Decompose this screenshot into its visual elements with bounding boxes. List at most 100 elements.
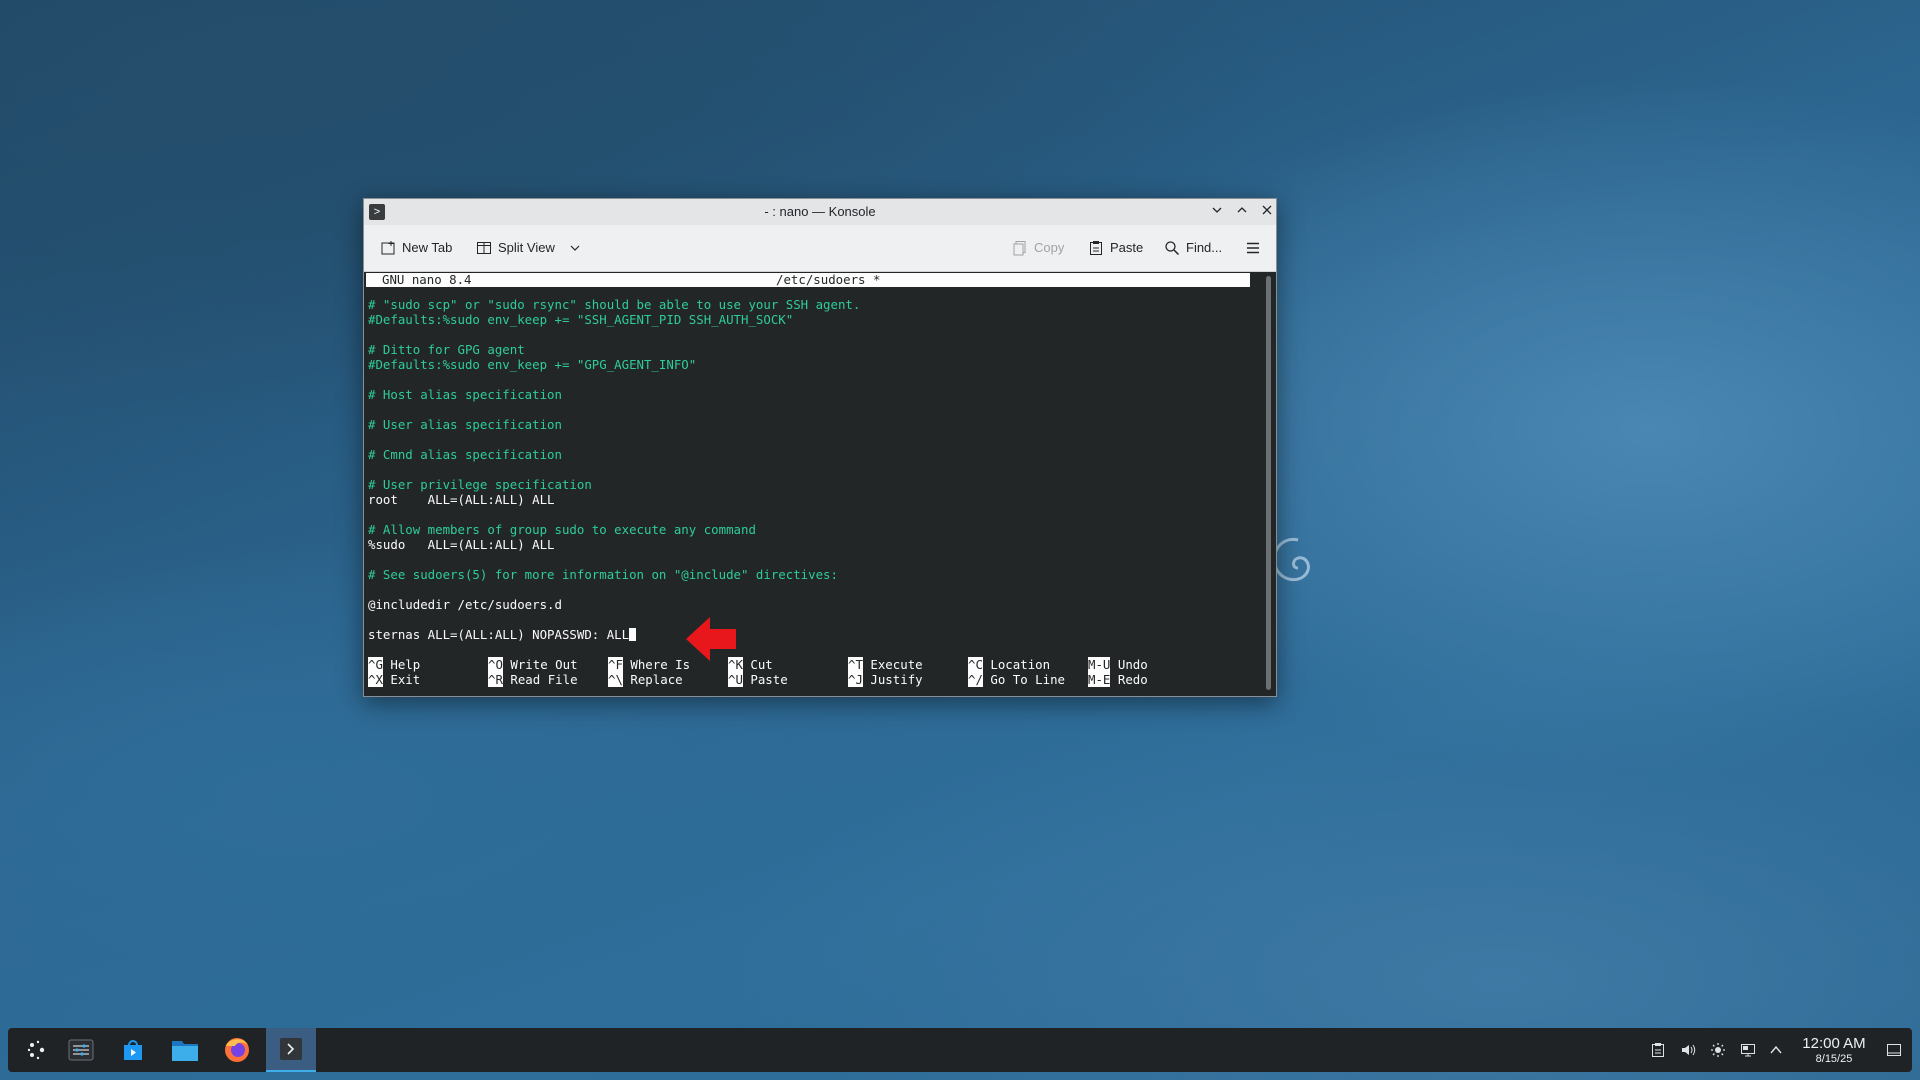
shortcut-key: ^J: [848, 672, 863, 687]
application-launcher-button[interactable]: [14, 1028, 60, 1072]
close-button[interactable]: [1257, 202, 1277, 222]
show-desktop-icon: [1887, 1044, 1901, 1056]
shortcut-key: M-U: [1088, 657, 1111, 672]
shortcut-key: ^/: [968, 672, 983, 687]
find-button[interactable]: Find...: [1164, 238, 1222, 258]
system-settings-button[interactable]: [58, 1028, 104, 1072]
paste-icon: [1090, 241, 1102, 255]
discover-store-button[interactable]: [110, 1028, 156, 1072]
shortcut-key: ^T: [848, 657, 863, 672]
shortcut-label: Help: [390, 657, 421, 672]
file-line: root ALL=(ALL:ALL) ALL: [368, 492, 555, 507]
shortcut-label: Read File: [510, 672, 578, 687]
file-line: # User alias specification: [368, 417, 562, 432]
file-line: @includedir /etc/sudoers.d: [368, 597, 562, 612]
volume-icon: [1682, 1044, 1696, 1056]
file-line: # Ditto for GPG agent: [368, 342, 525, 357]
file-line: # Allow members of group sudo to execute…: [368, 522, 756, 537]
show-desktop-button[interactable]: [1884, 1040, 1904, 1060]
hamburger-menu-button[interactable]: [1245, 238, 1261, 258]
paste-button[interactable]: Paste: [1088, 238, 1143, 258]
brightness-button[interactable]: [1708, 1040, 1728, 1060]
shortcut-location: ^C Location: [968, 657, 1050, 672]
shortcut-key: M-E: [1088, 672, 1111, 687]
nano-header: GNU nano 8.4/etc/sudoers *: [366, 273, 1250, 287]
shortcut-replace: ^\ Replace: [608, 672, 683, 687]
menu-icon: [1247, 242, 1259, 254]
digital-clock[interactable]: 12:00 AM 8/15/25: [1794, 1036, 1874, 1066]
chevron-up-icon: [1237, 207, 1247, 213]
shortcut-paste: ^U Paste: [728, 672, 788, 687]
new-tab-button[interactable]: New Tab: [380, 238, 452, 258]
file-line: %sudo ALL=(ALL:ALL) ALL: [368, 537, 555, 552]
clock-time: 12:00 AM: [1802, 1035, 1866, 1052]
shortcut-where-is: ^F Where Is: [608, 657, 690, 672]
scrollbar-thumb[interactable]: [1266, 276, 1271, 690]
shortcut-help: ^G Help: [368, 657, 420, 672]
volume-button[interactable]: [1678, 1040, 1698, 1060]
konsole-icon: [280, 1038, 302, 1060]
shortcut-key: ^R: [488, 672, 503, 687]
terminal-scrollbar[interactable]: [1261, 272, 1275, 694]
file-line: # Host alias specification: [368, 387, 562, 402]
shortcut-label: Replace: [630, 672, 683, 687]
chevron-down-icon: [1212, 207, 1222, 213]
shortcut-label: Execute: [870, 657, 923, 672]
application-launcher-icon: [27, 1040, 45, 1060]
shortcut-label: Location: [990, 657, 1051, 672]
copy-button[interactable]: Copy: [1012, 238, 1064, 258]
clock-date: 8/15/25: [1815, 1053, 1853, 1065]
shortcut-key: ^\: [608, 672, 623, 687]
konsole-taskbar-button[interactable]: [266, 1028, 316, 1072]
file-manager-button[interactable]: [162, 1028, 208, 1072]
network-button[interactable]: [1738, 1040, 1758, 1060]
shortcut-key: ^C: [968, 657, 983, 672]
shortcut-key: ^G: [368, 657, 383, 672]
maximize-button[interactable]: [1232, 202, 1252, 222]
discover-store-icon: [124, 1040, 142, 1060]
shortcut-key: ^O: [488, 657, 503, 672]
clipboard-icon: [1652, 1043, 1664, 1057]
shortcut-exit: ^X Exit: [368, 672, 420, 687]
terminal-area[interactable]: GNU nano 8.4/etc/sudoers * # "sudo scp" …: [364, 272, 1261, 693]
file-manager-icon: [172, 1041, 198, 1061]
shortcut-label: Paste: [750, 672, 788, 687]
file-line: # "sudo scp" or "sudo rsync" should be a…: [368, 297, 861, 312]
file-line: #Defaults:%sudo env_keep += "GPG_AGENT_I…: [368, 357, 697, 372]
edited-line-text: sternas ALL=(ALL:ALL) NOPASSWD: ALL: [368, 627, 630, 642]
system-settings-icon: [68, 1039, 94, 1061]
show-hidden-icons-button[interactable]: [1766, 1040, 1786, 1060]
firefox-button[interactable]: [214, 1028, 260, 1072]
shortcut-go-to-line: ^/ Go To Line: [968, 672, 1065, 687]
chevron-up-icon: [1770, 1045, 1782, 1054]
title-bar[interactable]: > - : nano — Konsole: [364, 199, 1276, 225]
minimize-button[interactable]: [1207, 202, 1227, 222]
file-line: # See sudoers(5) for more information on…: [368, 567, 838, 582]
split-view-label: Split View: [498, 240, 555, 255]
file-line: # User privilege specification: [368, 477, 592, 492]
shortcut-write-out: ^O Write Out: [488, 657, 578, 672]
konsole-toolbar: New Tab Split View Copy Paste Find...: [364, 225, 1276, 272]
file-line-edited: sternas ALL=(ALL:ALL) NOPASSWD: ALL: [368, 627, 637, 642]
shortcut-label: Undo: [1117, 657, 1148, 672]
shortcut-label: Redo: [1117, 672, 1148, 687]
shortcut-label: Cut: [750, 657, 773, 672]
search-icon: [1165, 241, 1180, 256]
shortcut-label: Write Out: [510, 657, 578, 672]
konsole-window: > - : nano — Konsole New Tab Split View …: [363, 198, 1277, 697]
new-tab-icon: [381, 241, 395, 255]
shortcut-label: Justify: [870, 672, 923, 687]
shortcut-key: ^X: [368, 672, 383, 687]
window-title: - : nano — Konsole: [764, 204, 876, 219]
split-view-button[interactable]: Split View: [476, 238, 581, 258]
chevron-down-icon[interactable]: [569, 242, 581, 254]
clipboard-button[interactable]: [1648, 1040, 1668, 1060]
file-line: #Defaults:%sudo env_keep += "SSH_AGENT_P…: [368, 312, 794, 327]
split-view-icon: [477, 242, 491, 254]
network-icon: [1741, 1044, 1755, 1057]
shortcut-justify: ^J Justify: [848, 672, 923, 687]
red-arrow-icon: [686, 617, 736, 661]
paste-label: Paste: [1110, 240, 1144, 255]
shortcut-label: Go To Line: [990, 672, 1065, 687]
taskbar: 12:00 AM 8/15/25: [8, 1028, 1912, 1072]
